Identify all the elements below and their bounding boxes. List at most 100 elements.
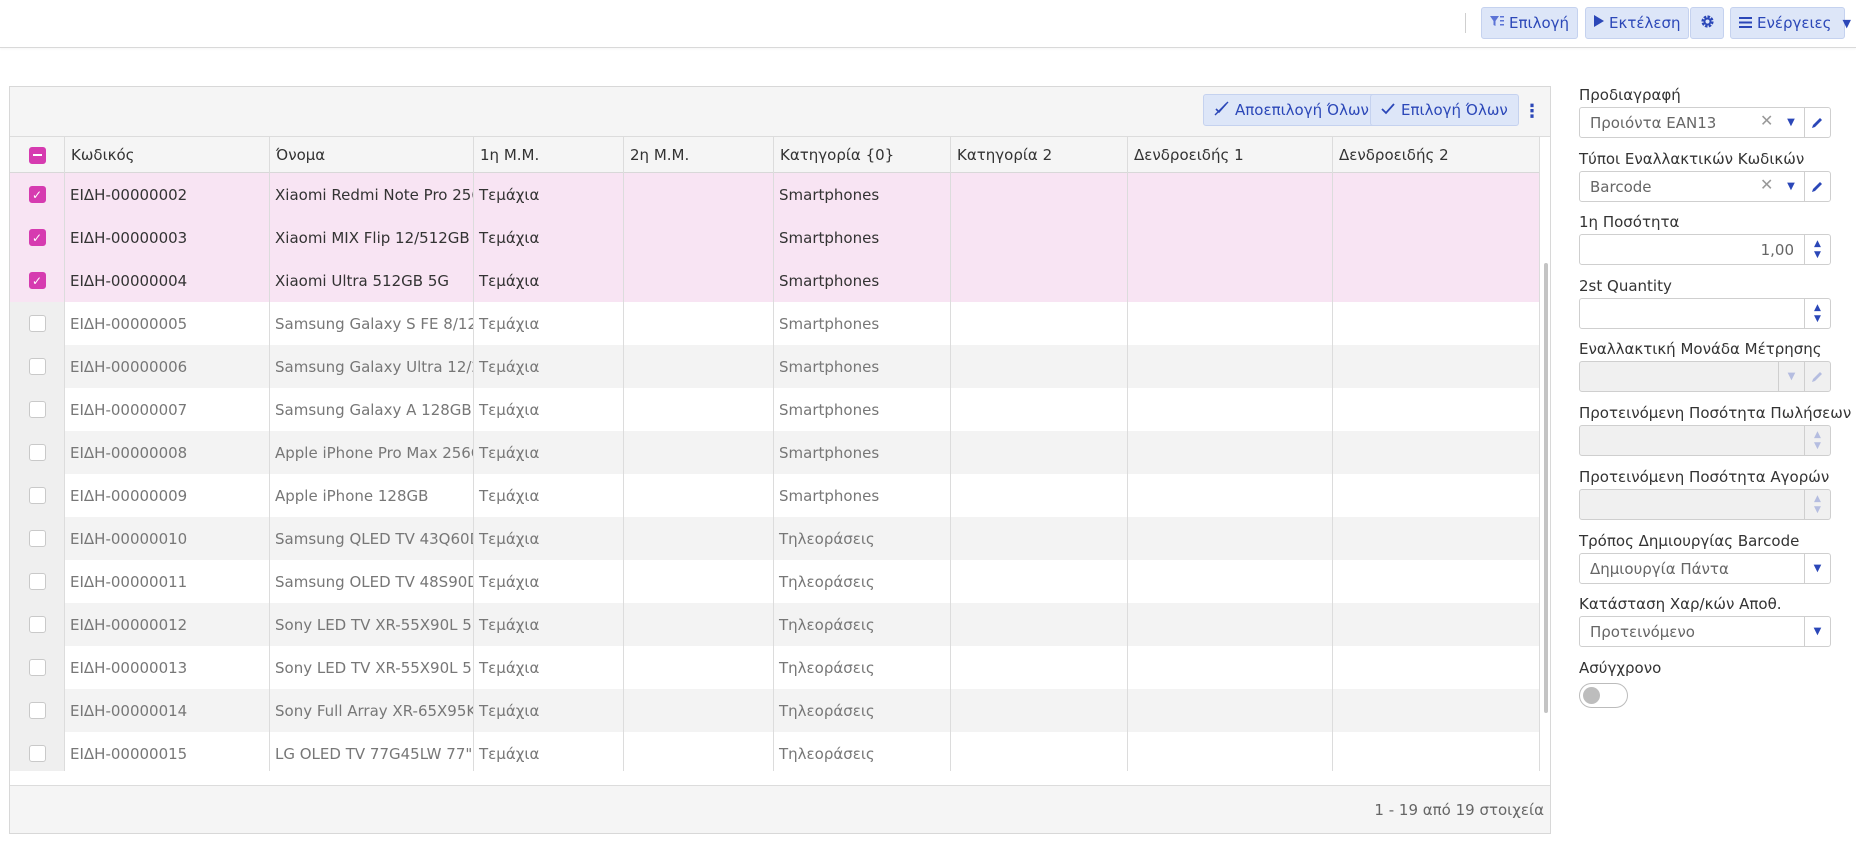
sales-qty-stepper[interactable]: ▲ ▼ — [1579, 425, 1831, 456]
table-row[interactable]: ΕΙΔΗ-00000007Samsung Galaxy A 128GB 5GΤε… — [10, 388, 1540, 431]
qty2-stepper[interactable]: ▲ ▼ — [1579, 298, 1831, 329]
cell-tree1 — [1128, 259, 1333, 302]
purchase-qty-stepper[interactable]: ▲ ▼ — [1579, 489, 1831, 520]
unchecked-checkbox-icon[interactable] — [28, 616, 46, 633]
actions-menu-button[interactable]: Ενέργειες ▼ — [1730, 7, 1851, 39]
table-row[interactable]: ΕΙΔΗ-00000015LG OLED TV 77G45LW 77" 4K U… — [10, 732, 1540, 771]
cell-tree2 — [1333, 560, 1540, 603]
row-checkbox-cell[interactable] — [10, 517, 65, 560]
edit-pencil-icon[interactable] — [1804, 172, 1830, 201]
edit-pencil-icon — [1804, 362, 1830, 391]
unchecked-checkbox-icon[interactable] — [28, 401, 46, 418]
cell-name: LG OLED TV 77G45LW 77" 4K UHD — [270, 732, 474, 771]
unchecked-checkbox-icon[interactable] — [28, 444, 46, 461]
cell-tree1 — [1128, 689, 1333, 732]
grid-scrollbar[interactable] — [1542, 173, 1550, 771]
table-row[interactable]: ✓ ΕΙΔΗ-00000004 Xiaomi Ultra 512GB 5G Τεμάχ… — [10, 259, 1540, 302]
edit-pencil-icon[interactable] — [1804, 108, 1830, 137]
unchecked-checkbox-icon[interactable] — [28, 573, 46, 590]
cell-tree1 — [1128, 603, 1333, 646]
dropdown-icon[interactable]: ▼ — [1804, 554, 1830, 583]
cell-tree2 — [1333, 173, 1540, 216]
unchecked-checkbox-icon[interactable] — [28, 702, 46, 719]
column-header-uom2[interactable]: 2η Μ.Μ. — [624, 137, 774, 173]
row-checkbox-cell[interactable]: ✓ — [10, 259, 65, 302]
unchecked-checkbox-icon[interactable] — [28, 315, 46, 332]
table-row[interactable]: ✓ ΕΙΔΗ-00000002Xiaomi Redmi Note Pro 256G… — [10, 173, 1540, 216]
checked-checkbox-icon[interactable]: ✓ — [28, 229, 46, 246]
cell-uom2 — [624, 689, 774, 732]
row-checkbox-cell[interactable] — [10, 388, 65, 431]
spin-arrows-icon[interactable]: ▲ ▼ — [1804, 299, 1830, 328]
column-header-uom1[interactable]: 1η Μ.Μ. — [474, 137, 624, 173]
row-checkbox-cell[interactable] — [10, 603, 65, 646]
row-checkbox-cell[interactable] — [10, 646, 65, 689]
toggle-knob — [1583, 687, 1600, 704]
column-header-category2[interactable]: Κατηγορία 2 — [951, 137, 1128, 173]
cell-uom2 — [624, 216, 774, 259]
row-checkbox-cell[interactable] — [10, 732, 65, 771]
table-row[interactable]: ΕΙΔΗ-00000013Sony LED TV XR-55X90L 55" 4… — [10, 646, 1540, 689]
spin-arrows-icon: ▲ ▼ — [1804, 490, 1830, 519]
checked-checkbox-icon[interactable]: ✓ — [28, 186, 46, 203]
row-checkbox-cell[interactable]: ✓ — [10, 216, 65, 259]
column-header-category[interactable]: Κατηγορία {0} — [774, 137, 951, 173]
cell-uom2 — [624, 388, 774, 431]
table-row[interactable]: ΕΙΔΗ-00000014Sony Full Array XR-65X95K 6… — [10, 689, 1540, 732]
async-toggle[interactable] — [1579, 683, 1628, 708]
indeterminate-checkbox-icon — [28, 146, 46, 164]
cell-uom1: Τεμάχια — [474, 732, 624, 771]
unchecked-checkbox-icon[interactable] — [28, 659, 46, 676]
cell-code: ΕΙΔΗ-00000007 — [65, 388, 270, 431]
spin-arrows-icon[interactable]: ▲ ▼ — [1804, 235, 1830, 264]
row-checkbox-cell[interactable] — [10, 431, 65, 474]
dropdown-icon[interactable]: ▼ — [1778, 172, 1804, 201]
async-label: Ασύγχρονο — [1579, 659, 1662, 677]
row-checkbox-cell[interactable] — [10, 560, 65, 603]
deselect-all-button[interactable]: Αποεπιλογή Όλων — [1203, 94, 1380, 126]
clear-icon[interactable]: ✕ — [1760, 175, 1773, 194]
table-row[interactable]: ΕΙΔΗ-00000010Samsung QLED TV 43Q60D 43" … — [10, 517, 1540, 560]
settings-button[interactable] — [1690, 7, 1724, 39]
column-header-tree2[interactable]: Δενδροειδής 2 — [1333, 137, 1540, 173]
header-select-all-checkbox[interactable] — [10, 137, 65, 173]
table-row[interactable]: ΕΙΔΗ-00000005Samsung Galaxy S FE 8/128GB… — [10, 302, 1540, 345]
select-all-button[interactable]: Επιλογή Όλων — [1370, 94, 1519, 126]
dropdown-icon[interactable]: ▼ — [1778, 108, 1804, 137]
cell-name: Samsung Galaxy S FE 8/128GB 5G — [270, 302, 474, 345]
scrollbar-thumb[interactable] — [1544, 263, 1548, 713]
alt-uom-combobox[interactable]: ▼ — [1579, 361, 1831, 392]
table-row[interactable]: ✓ ΕΙΔΗ-00000003 Xiaomi MIX Flip 12/512GB 5… — [10, 216, 1540, 259]
table-row[interactable]: ΕΙΔΗ-00000012Sony LED TV XR-55X90L 55" 4… — [10, 603, 1540, 646]
unchecked-checkbox-icon[interactable] — [28, 487, 46, 504]
code-types-combobox[interactable]: Barcode ✕ ▼ — [1579, 171, 1831, 202]
row-checkbox-cell[interactable] — [10, 474, 65, 517]
cell-name: Apple iPhone Pro Max 256GB — [270, 431, 474, 474]
clear-icon[interactable]: ✕ — [1760, 111, 1773, 130]
row-checkbox-cell[interactable] — [10, 689, 65, 732]
table-row[interactable]: ΕΙΔΗ-00000009 Apple iPhone 128GB Τεμάχια Sm… — [10, 474, 1540, 517]
cell-category: Smartphones — [774, 216, 951, 259]
row-checkbox-cell[interactable] — [10, 302, 65, 345]
run-button[interactable]: Εκτέλεση — [1585, 7, 1690, 39]
table-row[interactable]: ΕΙΔΗ-00000008 Apple iPhone Pro Max 256GB Τ… — [10, 431, 1540, 474]
unchecked-checkbox-icon[interactable] — [28, 530, 46, 547]
row-checkbox-cell[interactable] — [10, 345, 65, 388]
unchecked-checkbox-icon[interactable] — [28, 358, 46, 375]
column-header-code[interactable]: Κωδικός — [65, 137, 270, 173]
qty1-stepper[interactable]: 1,00 ▲ ▼ — [1579, 234, 1831, 265]
table-row[interactable]: ΕΙΔΗ-00000011Samsung OLED TV 48S90D 48" … — [10, 560, 1540, 603]
checked-checkbox-icon[interactable]: ✓ — [28, 272, 46, 289]
dropdown-icon[interactable]: ▼ — [1804, 617, 1830, 646]
more-options-icon[interactable]: ⋮ — [1522, 100, 1542, 124]
cell-uom2 — [624, 259, 774, 302]
unchecked-checkbox-icon[interactable] — [28, 745, 46, 762]
spec-combobox[interactable]: Προιόντα EAN13 ✕ ▼ — [1579, 107, 1831, 138]
barcode-mode-select[interactable]: Δημιουργία Πάντα ▼ — [1579, 553, 1831, 584]
column-header-tree1[interactable]: Δενδροειδής 1 — [1128, 137, 1333, 173]
filter-select-button[interactable]: Επιλογή — [1481, 7, 1579, 39]
row-checkbox-cell[interactable]: ✓ — [10, 173, 65, 216]
column-header-name[interactable]: Όνομα — [270, 137, 474, 173]
warehouse-state-select[interactable]: Προτεινόμενο ▼ — [1579, 616, 1831, 647]
table-row[interactable]: ΕΙΔΗ-00000006Samsung Galaxy Ultra 12/256… — [10, 345, 1540, 388]
